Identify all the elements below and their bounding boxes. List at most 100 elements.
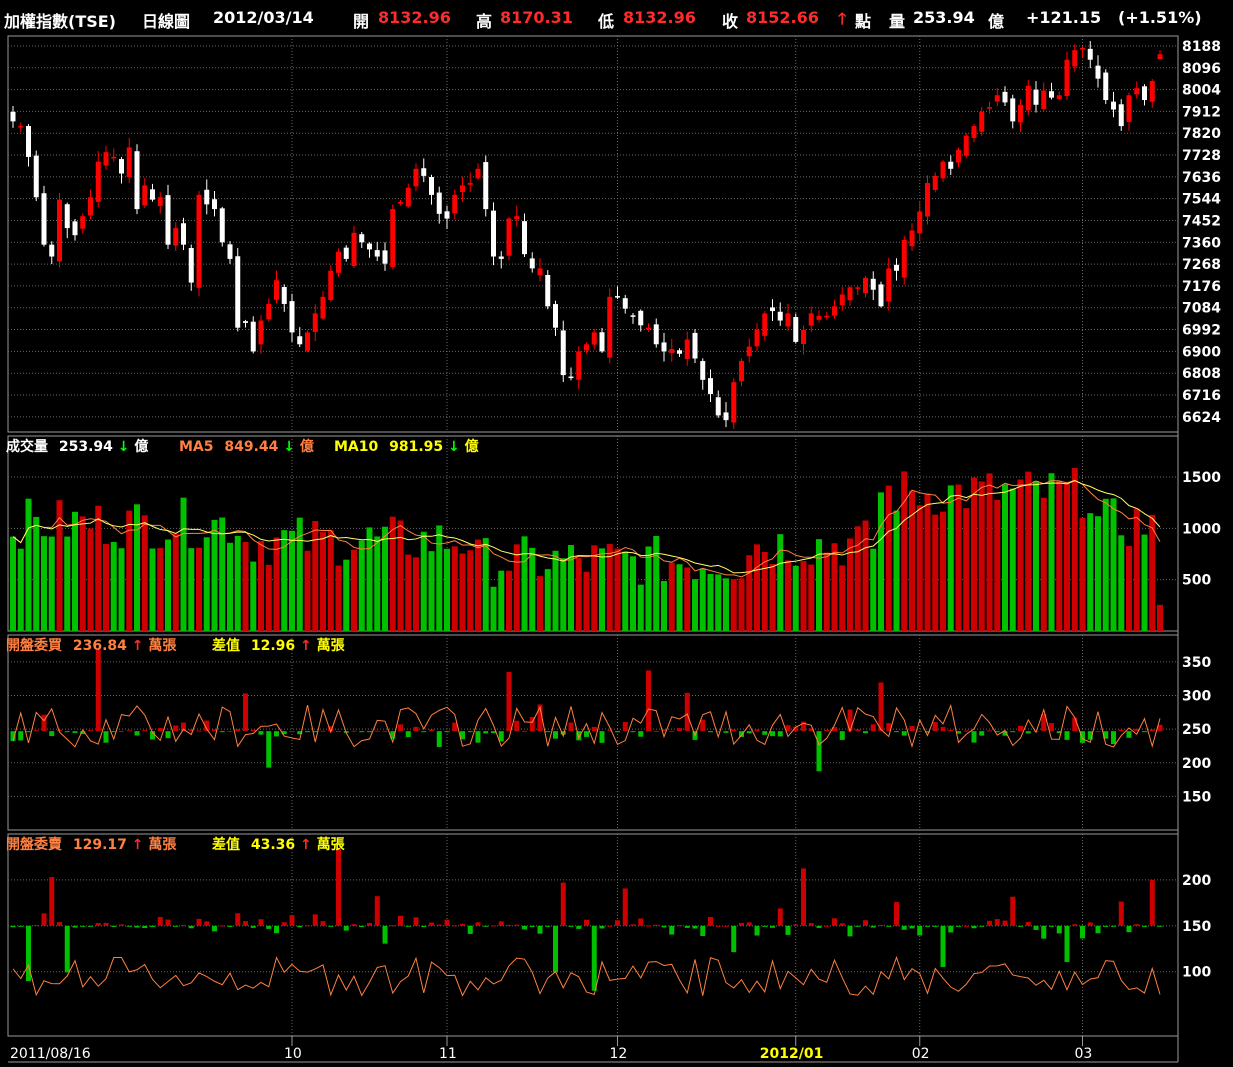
volume-bar bbox=[157, 547, 164, 631]
sell-bar bbox=[568, 925, 574, 927]
volume-bar bbox=[451, 546, 458, 631]
volume-bar bbox=[351, 549, 357, 631]
volume-bar bbox=[79, 516, 86, 631]
buy-bar bbox=[855, 729, 861, 732]
down-arrow-icon: ↓ bbox=[118, 439, 130, 455]
volume-bar bbox=[48, 536, 55, 631]
x-tick-label: 2011/08/16 bbox=[10, 1046, 91, 1062]
volume-bar bbox=[242, 542, 249, 631]
candle-up bbox=[1064, 59, 1070, 96]
buy-bar bbox=[119, 730, 124, 732]
volume-bar bbox=[994, 499, 1001, 631]
volume-bar bbox=[676, 564, 683, 631]
volume-bar bbox=[730, 579, 737, 631]
volume-bar bbox=[250, 561, 257, 631]
candle-down bbox=[436, 192, 442, 214]
buy-bar bbox=[638, 731, 644, 737]
volume-bar bbox=[785, 560, 791, 631]
candle-down bbox=[878, 284, 884, 307]
sell-bar bbox=[1002, 920, 1008, 926]
sell-bar bbox=[289, 915, 295, 926]
buy-bar bbox=[777, 731, 783, 737]
volume-bar bbox=[1141, 534, 1148, 631]
sell-bar bbox=[413, 917, 419, 926]
buy-bar bbox=[429, 729, 434, 732]
candle-up bbox=[785, 313, 791, 327]
buy-bar bbox=[157, 727, 163, 732]
candle-down bbox=[692, 332, 698, 359]
candle-down bbox=[243, 321, 248, 323]
candle-down bbox=[212, 199, 217, 210]
volume-bar bbox=[141, 515, 148, 631]
buy-bar bbox=[591, 726, 597, 732]
candle-down bbox=[421, 168, 427, 176]
candle-up bbox=[754, 330, 760, 347]
candle-down bbox=[1002, 91, 1008, 103]
buy-diff-label: 差值 bbox=[212, 637, 240, 654]
candle-up bbox=[514, 216, 520, 220]
sell-bar bbox=[80, 925, 86, 927]
candle-up bbox=[901, 239, 907, 278]
ma5-value: 849.44 bbox=[224, 439, 278, 455]
sell-bar bbox=[452, 925, 458, 927]
buy-bar bbox=[421, 731, 427, 733]
volume-bar bbox=[196, 547, 202, 631]
candle-up bbox=[746, 346, 752, 357]
sell-bar bbox=[1118, 901, 1124, 926]
stock-chart[interactable]: 2011/08/16 10 11 12 2012/01 02 03 8188 8096 8004 7… bbox=[0, 0, 1233, 1067]
candle-down bbox=[181, 223, 186, 245]
sell-bar bbox=[630, 924, 636, 926]
volume-panel-legend: 成交量 253.94 ↓ 億 bbox=[6, 438, 148, 455]
sell-bar bbox=[367, 922, 372, 926]
sell-bar bbox=[878, 924, 884, 926]
volume-bar bbox=[808, 564, 815, 631]
down-arrow-icon: ↓ bbox=[448, 439, 460, 455]
volume-bar bbox=[684, 567, 691, 631]
x-tick-label: 2012/01 bbox=[760, 1046, 824, 1062]
buy-bar bbox=[1064, 731, 1070, 740]
candle-up bbox=[398, 201, 403, 204]
price-tick-label: 8096 bbox=[1182, 61, 1221, 77]
sell-bar bbox=[1095, 925, 1101, 934]
candle-up bbox=[684, 339, 690, 359]
sell-bar bbox=[359, 925, 365, 928]
sell-bar bbox=[475, 922, 481, 926]
sell-bar bbox=[460, 923, 465, 926]
buy-bar bbox=[847, 709, 853, 732]
sell-bar bbox=[250, 925, 256, 928]
buy-bar bbox=[336, 731, 341, 733]
sell-bar bbox=[537, 925, 543, 934]
candle-up bbox=[320, 296, 326, 319]
buy-bar bbox=[72, 731, 78, 733]
sell-bar bbox=[1126, 925, 1132, 933]
volume-bar bbox=[134, 504, 140, 631]
sell-bar bbox=[72, 925, 78, 928]
candle-down bbox=[188, 248, 194, 283]
volume-bar bbox=[668, 562, 675, 631]
candle-up bbox=[886, 268, 892, 302]
buy-tick-label: 300 bbox=[1182, 689, 1211, 705]
candle-down bbox=[429, 177, 434, 195]
candle-down bbox=[545, 274, 551, 307]
sell-bar bbox=[932, 925, 938, 927]
buy-bar bbox=[1149, 729, 1155, 732]
buy-bar bbox=[382, 730, 388, 732]
volume-bar bbox=[661, 580, 667, 631]
volume-bar bbox=[940, 511, 946, 631]
candle-up bbox=[173, 228, 179, 246]
up-arrow-icon: ↑ bbox=[132, 837, 144, 853]
candle-up bbox=[839, 294, 845, 306]
candle-down bbox=[1118, 104, 1124, 127]
sell-bar bbox=[808, 923, 814, 926]
candle-up bbox=[390, 209, 396, 267]
volume-bar bbox=[1040, 497, 1047, 631]
volume-bar bbox=[963, 508, 970, 631]
candle-up bbox=[1080, 47, 1085, 50]
sell-bar bbox=[103, 922, 109, 926]
sell-bar bbox=[622, 888, 628, 926]
sell-bar bbox=[762, 925, 768, 927]
sell-bar bbox=[684, 925, 690, 928]
sell-bar bbox=[584, 919, 589, 926]
buy-bar bbox=[770, 731, 775, 737]
candle-up bbox=[1134, 88, 1140, 95]
